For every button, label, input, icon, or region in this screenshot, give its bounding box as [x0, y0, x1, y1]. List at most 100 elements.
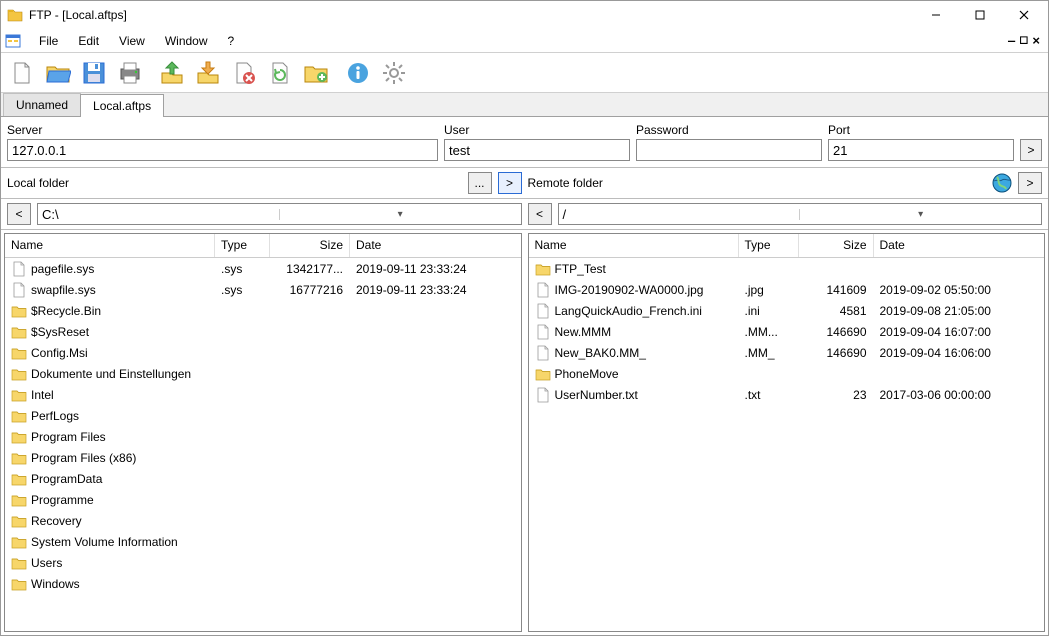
file-size: 16777216: [270, 281, 350, 299]
file-date: [350, 309, 521, 313]
file-name: Recovery: [31, 514, 82, 528]
upload-button[interactable]: [155, 56, 189, 90]
connect-button[interactable]: >: [1020, 139, 1042, 161]
port-input[interactable]: [828, 139, 1014, 161]
list-item[interactable]: Windows: [5, 573, 521, 594]
mdi-restore-button[interactable]: ◻: [1019, 33, 1028, 48]
server-input[interactable]: [7, 139, 438, 161]
menu-view[interactable]: View: [109, 31, 155, 51]
list-item[interactable]: Intel: [5, 384, 521, 405]
col-date[interactable]: Date: [350, 234, 521, 257]
list-item[interactable]: Dokumente und Einstellungen: [5, 363, 521, 384]
list-item[interactable]: PerfLogs: [5, 405, 521, 426]
col-type[interactable]: Type: [739, 234, 799, 257]
mdi-minimize-button[interactable]: ‒: [1008, 33, 1015, 48]
remote-file-list[interactable]: FTP_TestIMG-20190902-WA0000.jpg.jpg14160…: [529, 258, 1045, 631]
title-bar: FTP - [Local.aftps]: [1, 1, 1048, 29]
list-item[interactable]: $SysReset: [5, 321, 521, 342]
list-item[interactable]: FTP_Test: [529, 258, 1045, 279]
maximize-button[interactable]: [958, 1, 1002, 29]
file-name: $SysReset: [31, 325, 89, 339]
delete-button[interactable]: [227, 56, 261, 90]
file-size: [270, 414, 350, 418]
list-item[interactable]: IMG-20190902-WA0000.jpg.jpg1416092019-09…: [529, 279, 1045, 300]
local-file-list[interactable]: pagefile.sys.sys1342177...2019-09-11 23:…: [5, 258, 521, 631]
folder-icon: [11, 534, 27, 550]
list-item[interactable]: Users: [5, 552, 521, 573]
list-item[interactable]: System Volume Information: [5, 531, 521, 552]
remote-column-header[interactable]: Name Type Size Date: [529, 234, 1045, 258]
file-type: [215, 414, 270, 418]
open-button[interactable]: [41, 56, 75, 90]
col-type[interactable]: Type: [215, 234, 270, 257]
folder-icon: [11, 492, 27, 508]
browse-local-button[interactable]: ...: [468, 172, 492, 194]
menu-file[interactable]: File: [29, 31, 68, 51]
file-type: .MM...: [739, 323, 799, 341]
list-item[interactable]: pagefile.sys.sys1342177...2019-09-11 23:…: [5, 258, 521, 279]
list-item[interactable]: ProgramData: [5, 468, 521, 489]
remote-path-combo[interactable]: / ▾: [558, 203, 1043, 225]
list-item[interactable]: swapfile.sys.sys167772162019-09-11 23:33…: [5, 279, 521, 300]
user-input[interactable]: [444, 139, 630, 161]
list-item[interactable]: New.MMM.MM...1466902019-09-04 16:07:00: [529, 321, 1045, 342]
list-item[interactable]: Config.Msi: [5, 342, 521, 363]
list-item[interactable]: New_BAK0.MM_.MM_1466902019-09-04 16:06:0…: [529, 342, 1045, 363]
transfer-right-button[interactable]: >: [498, 172, 522, 194]
list-item[interactable]: UserNumber.txt.txt232017-03-06 00:00:00: [529, 384, 1045, 405]
file-icon: [535, 345, 551, 361]
file-type: [215, 582, 270, 586]
file-size: 1342177...: [270, 260, 350, 278]
list-item[interactable]: LangQuickAudio_French.ini.ini45812019-09…: [529, 300, 1045, 321]
col-name[interactable]: Name: [529, 234, 739, 257]
file-size: [270, 372, 350, 376]
local-column-header[interactable]: Name Type Size Date: [5, 234, 521, 258]
mdi-close-button[interactable]: ×: [1032, 33, 1040, 48]
file-size: 146690: [799, 344, 874, 362]
port-label: Port: [828, 123, 1014, 137]
list-item[interactable]: $Recycle.Bin: [5, 300, 521, 321]
file-date: [350, 540, 521, 544]
local-path-combo[interactable]: C:\ ▾: [37, 203, 522, 225]
menu-help[interactable]: ?: [218, 31, 245, 51]
download-button[interactable]: [191, 56, 225, 90]
new-button[interactable]: [5, 56, 39, 90]
col-date[interactable]: Date: [874, 234, 1045, 257]
file-type: [739, 372, 799, 376]
remote-go-button[interactable]: >: [1018, 172, 1042, 194]
close-button[interactable]: [1002, 1, 1046, 29]
file-name: Dokumente und Einstellungen: [31, 367, 191, 381]
folder-icon: [11, 555, 27, 571]
save-button[interactable]: [77, 56, 111, 90]
col-name[interactable]: Name: [5, 234, 215, 257]
list-item[interactable]: Program Files (x86): [5, 447, 521, 468]
list-item[interactable]: PhoneMove: [529, 363, 1045, 384]
info-button[interactable]: [341, 56, 375, 90]
list-item[interactable]: Recovery: [5, 510, 521, 531]
list-item[interactable]: Program Files: [5, 426, 521, 447]
settings-button[interactable]: [377, 56, 411, 90]
new-folder-button[interactable]: [299, 56, 333, 90]
tab-local-aftps[interactable]: Local.aftps: [80, 94, 164, 117]
file-name: PhoneMove: [555, 367, 619, 381]
list-item[interactable]: Programme: [5, 489, 521, 510]
file-name: Programme: [31, 493, 94, 507]
chevron-down-icon[interactable]: ▾: [799, 209, 1041, 220]
minimize-button[interactable]: [914, 1, 958, 29]
tab-unnamed[interactable]: Unnamed: [3, 93, 81, 116]
file-size: [799, 372, 874, 376]
chevron-down-icon[interactable]: ▾: [279, 209, 521, 220]
col-size[interactable]: Size: [270, 234, 350, 257]
folder-icon: [11, 429, 27, 445]
connection-row: Server User Password Port >: [7, 123, 1042, 161]
refresh-button[interactable]: [263, 56, 297, 90]
print-button[interactable]: [113, 56, 147, 90]
col-size[interactable]: Size: [799, 234, 874, 257]
menu-edit[interactable]: Edit: [68, 31, 109, 51]
local-back-button[interactable]: <: [7, 203, 31, 225]
remote-back-button[interactable]: <: [528, 203, 552, 225]
menu-window[interactable]: Window: [155, 31, 218, 51]
password-input[interactable]: [636, 139, 822, 161]
folder-icon: [11, 471, 27, 487]
remote-path-value: /: [559, 207, 800, 222]
